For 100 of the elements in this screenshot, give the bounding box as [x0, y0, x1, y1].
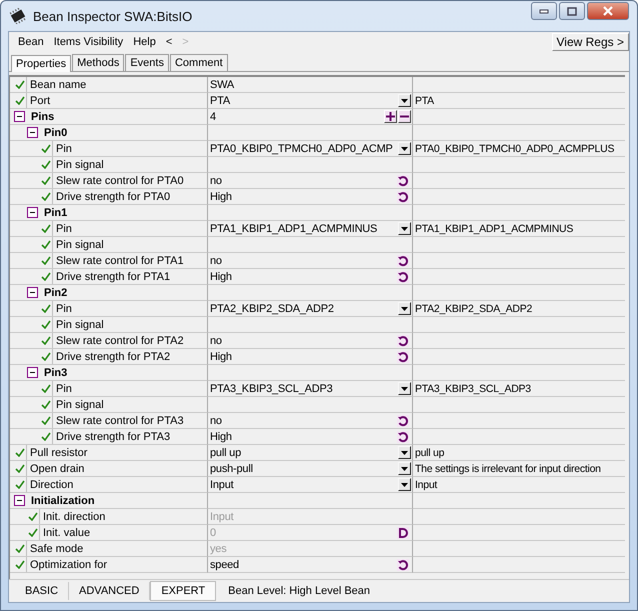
- menu-item[interactable]: Bean: [13, 36, 49, 48]
- property-name: Pull resistor: [30, 446, 88, 458]
- property-name: Pin signal: [56, 398, 104, 410]
- minimize-button[interactable]: [531, 2, 557, 20]
- cycle-icon[interactable]: [397, 190, 409, 202]
- property-name: Port: [30, 94, 50, 106]
- caret-icon: [401, 226, 408, 230]
- level-tab[interactable]: BASIC: [15, 582, 70, 600]
- property-name: Drive strength for PTA3: [56, 430, 170, 442]
- close-icon: [602, 6, 614, 16]
- tab[interactable]: Comment: [170, 54, 228, 71]
- property-value: 4: [209, 110, 216, 122]
- property-name: Drive strength for PTA0: [56, 190, 170, 202]
- remove-button[interactable]: [398, 110, 411, 123]
- maximize-button[interactable]: [559, 2, 585, 20]
- property-value: 0: [209, 526, 216, 538]
- property-value: High: [209, 270, 232, 282]
- dropdown-button[interactable]: [398, 142, 411, 155]
- menu-item[interactable]: <: [160, 36, 178, 48]
- property-value: PTA1_KBIP1_ADP1_ACMPMINUS: [209, 222, 378, 234]
- cycle-icon[interactable]: [397, 254, 409, 266]
- property-name: Slew rate control for PTA1: [56, 254, 184, 266]
- menu-item[interactable]: Help: [128, 36, 161, 48]
- collapse-toggle[interactable]: [14, 495, 25, 506]
- view-regs-button[interactable]: View Regs >: [552, 33, 629, 51]
- dropdown-button[interactable]: [398, 478, 411, 491]
- property-name: Pin: [56, 222, 72, 234]
- property-name: Safe mode: [30, 542, 84, 554]
- group-name: Pin0: [44, 126, 68, 138]
- group-name: Pin2: [44, 286, 68, 298]
- property-value: PTA3_KBIP3_SCL_ADP3: [209, 382, 333, 394]
- plus-icon: [386, 112, 395, 121]
- property-name: Pin: [56, 382, 72, 394]
- property-value: PTA: [209, 94, 230, 106]
- dropdown-button[interactable]: [398, 302, 411, 315]
- property-name: Direction: [30, 478, 74, 490]
- cycle-icon[interactable]: [397, 174, 409, 186]
- caret-icon: [401, 482, 408, 486]
- property-info: pull up: [414, 446, 444, 458]
- group-name: Pin3: [44, 366, 68, 378]
- window-title: Bean Inspector SWA:BitsIO: [33, 8, 192, 24]
- property-name: Pin signal: [56, 318, 104, 330]
- cycle-icon[interactable]: [397, 558, 409, 570]
- collapse-toggle[interactable]: [27, 127, 38, 138]
- property-value: SWA: [209, 78, 234, 90]
- property-value: pull up: [209, 446, 242, 458]
- property-value: Input: [209, 510, 234, 522]
- collapse-toggle[interactable]: [14, 111, 25, 122]
- property-info: The settings is irrelevant for input direction: [414, 462, 601, 474]
- property-info: PTA2_KBIP2_SDA_ADP2: [414, 302, 532, 314]
- property-name: Open drain: [30, 462, 84, 474]
- cycle-icon[interactable]: [397, 350, 409, 362]
- group-name: Pins: [31, 110, 54, 122]
- property-value: High: [209, 190, 232, 202]
- property-value: Input: [209, 478, 234, 490]
- property-name: Init. value: [43, 526, 90, 538]
- dropdown-button[interactable]: [398, 94, 411, 107]
- dropdown-button[interactable]: [398, 222, 411, 235]
- dialog-icon[interactable]: [397, 526, 409, 538]
- property-name: Pin: [56, 302, 72, 314]
- property-name: Optimization for: [30, 558, 108, 570]
- property-value: no: [209, 174, 222, 186]
- property-info: PTA3_KBIP3_SCL_ADP3: [414, 382, 531, 394]
- property-info: Input: [414, 478, 438, 490]
- property-name: Drive strength for PTA1: [56, 270, 170, 282]
- add-button[interactable]: [384, 110, 397, 123]
- group-name: Pin1: [44, 206, 68, 218]
- property-value: no: [209, 254, 222, 266]
- dropdown-button[interactable]: [398, 462, 411, 475]
- cycle-icon[interactable]: [397, 430, 409, 442]
- tab[interactable]: Methods: [72, 54, 124, 71]
- property-name: Slew rate control for PTA2: [56, 334, 184, 346]
- cycle-icon[interactable]: [397, 334, 409, 346]
- maximize-icon: [567, 6, 577, 16]
- property-name: Pin signal: [56, 238, 104, 250]
- property-name: Slew rate control for PTA3: [56, 414, 184, 426]
- tab[interactable]: Events: [125, 54, 169, 71]
- cycle-icon[interactable]: [397, 270, 409, 282]
- property-name: Pin signal: [56, 158, 104, 170]
- property-value: push-pull: [209, 462, 253, 474]
- collapse-toggle[interactable]: [27, 287, 38, 298]
- minimize-icon: [539, 8, 549, 14]
- group-name: Initialization: [31, 494, 95, 506]
- property-name: Pin: [56, 142, 72, 154]
- property-value: yes: [209, 542, 227, 554]
- cycle-icon[interactable]: [397, 414, 409, 426]
- level-tab[interactable]: EXPERT: [150, 581, 216, 601]
- collapse-toggle[interactable]: [27, 367, 38, 378]
- dropdown-button[interactable]: [398, 382, 411, 395]
- property-name: Drive strength for PTA2: [56, 350, 170, 362]
- property-name: Init. direction: [43, 510, 106, 522]
- collapse-toggle[interactable]: [27, 207, 38, 218]
- close-button[interactable]: [587, 2, 629, 20]
- property-info: PTA0_KBIP0_TPMCH0_ADP0_ACMPPLUS: [414, 142, 614, 154]
- property-value: no: [209, 414, 222, 426]
- property-value: PTA0_KBIP0_TPMCH0_ADP0_ACMP: [209, 142, 393, 154]
- dropdown-button[interactable]: [398, 446, 411, 459]
- menu-item[interactable]: Items Visibility: [48, 36, 128, 48]
- caret-icon: [401, 306, 408, 310]
- tab[interactable]: Properties: [11, 55, 72, 72]
